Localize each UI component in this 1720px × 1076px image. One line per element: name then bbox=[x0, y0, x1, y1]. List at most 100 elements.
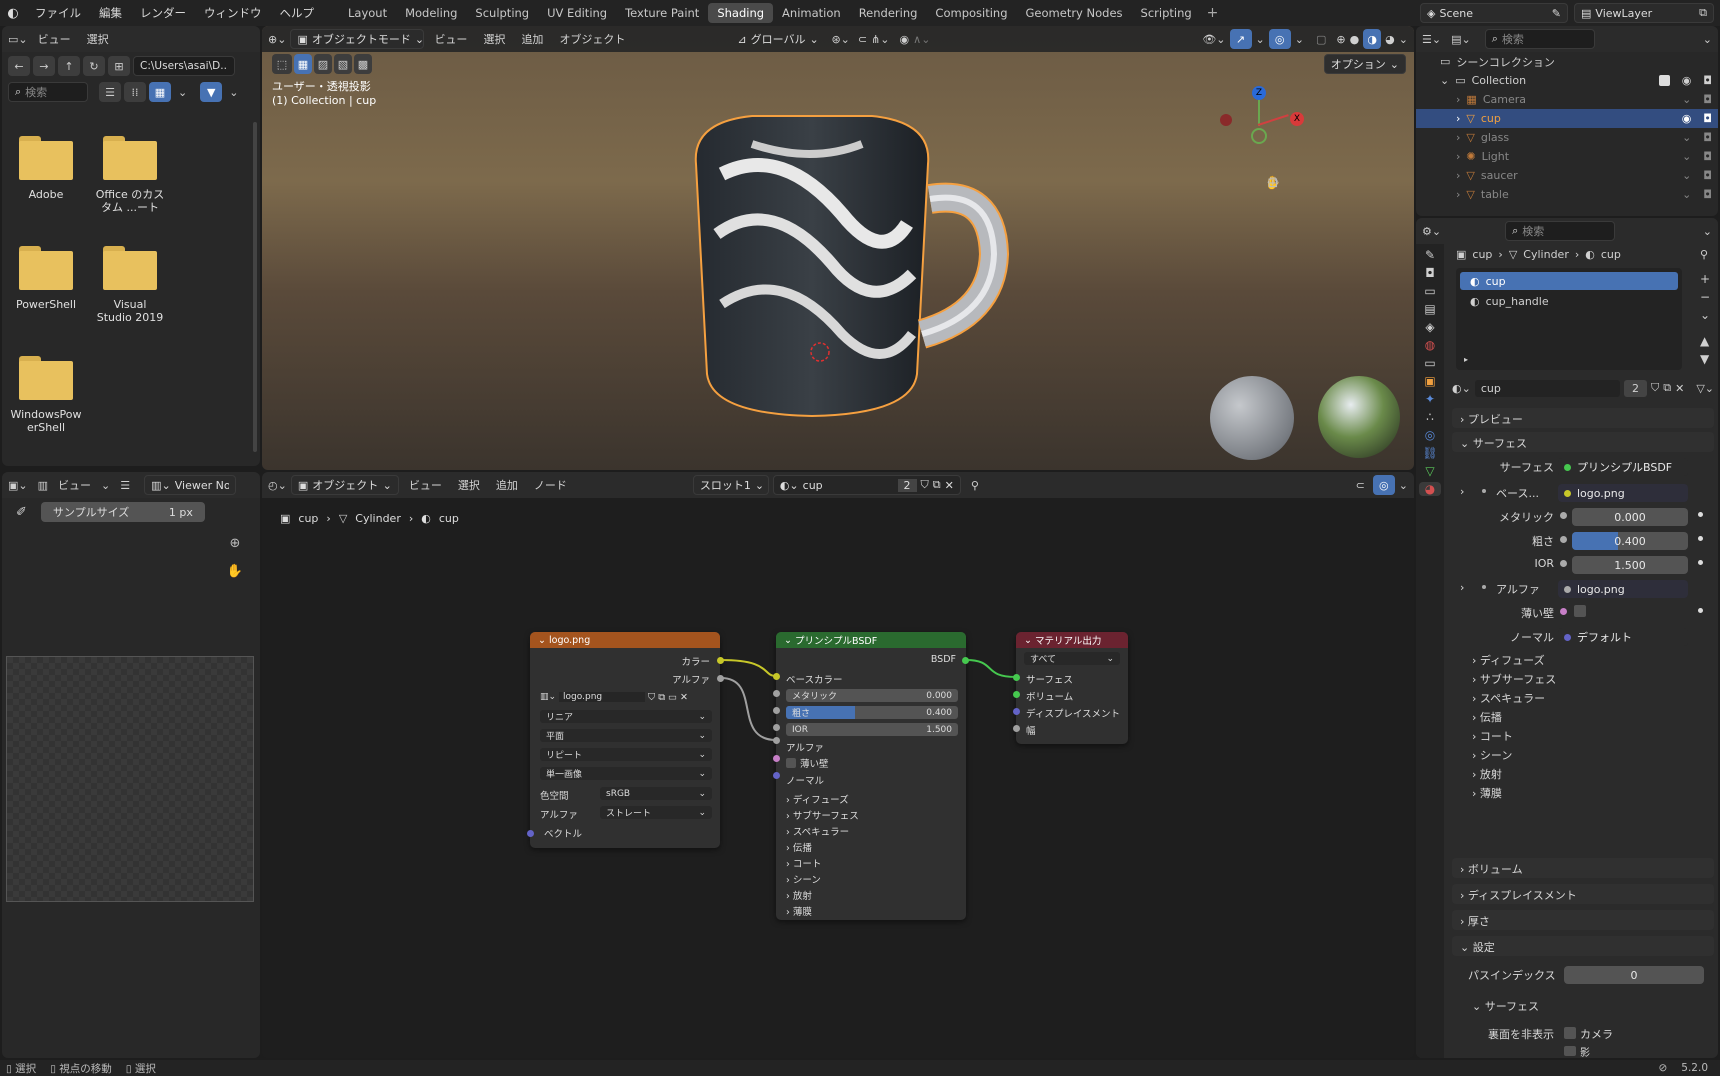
outliner-item-glass[interactable]: › ▽ glass ⌄ ◘ bbox=[1416, 128, 1718, 147]
scene-collection-row[interactable]: ▭ シーンコレクション bbox=[1416, 52, 1718, 71]
render-toggle-icon[interactable]: ◘ bbox=[1703, 150, 1712, 163]
tab-texture-paint[interactable]: Texture Paint bbox=[616, 3, 708, 23]
back-icon[interactable]: ← bbox=[8, 56, 30, 76]
keyframe-dot-icon[interactable] bbox=[1698, 536, 1703, 541]
collection-row[interactable]: ⌄ ▭ Collection ◉ ◘ bbox=[1416, 71, 1718, 90]
tab-rendering[interactable]: Rendering bbox=[850, 3, 927, 23]
tab-sculpting[interactable]: Sculpting bbox=[466, 3, 538, 23]
subpanel-specular[interactable]: › スペキュラー bbox=[1472, 690, 1556, 709]
gizmo-x[interactable]: X bbox=[1290, 112, 1304, 126]
snap-target-icon[interactable]: ⋔⌄ bbox=[871, 33, 889, 46]
outliner-item-table[interactable]: › ▽ table ⌄ ◘ bbox=[1416, 185, 1718, 204]
tab-shading[interactable]: Shading bbox=[708, 3, 774, 23]
metallic-socket[interactable] bbox=[773, 690, 780, 697]
proportional-icon[interactable]: ◉ bbox=[900, 33, 910, 46]
render-tab-icon[interactable]: ◘ bbox=[1425, 266, 1435, 280]
alpha-input-socket[interactable] bbox=[773, 737, 780, 744]
visibility-icon[interactable]: 👁⌄ bbox=[1202, 33, 1225, 46]
metallic-slider[interactable]: メタリック 0.000 bbox=[786, 689, 958, 702]
copy-icon[interactable]: ⧉ bbox=[1699, 6, 1707, 20]
ior-slider[interactable]: IOR 1.500 bbox=[786, 723, 958, 736]
pivot-icon[interactable]: ⊛⌄ bbox=[831, 33, 849, 46]
xray-icon[interactable]: ▢ bbox=[1316, 33, 1326, 46]
menu-help[interactable]: ヘルプ bbox=[271, 5, 324, 21]
chevron-down-icon[interactable]: ⌄ bbox=[174, 86, 191, 99]
outliner-search-input[interactable]: ⌕ 検索 bbox=[1484, 29, 1595, 49]
modifier-tab-icon[interactable]: ✦ bbox=[1425, 392, 1435, 406]
select-extend-icon[interactable]: ▨ bbox=[314, 54, 332, 74]
pin-icon[interactable]: ✎ bbox=[1552, 7, 1561, 20]
options-dropdown[interactable]: オプション ⌄ bbox=[1323, 54, 1406, 74]
eye-icon[interactable]: ◉ bbox=[1682, 112, 1692, 125]
chevron-down-icon[interactable]: ⌄ bbox=[1256, 33, 1265, 46]
folder-item[interactable]: Visual Studio 2019 bbox=[88, 246, 172, 324]
output-node-header[interactable]: ⌄ マテリアル出力 bbox=[1016, 632, 1128, 648]
tab-uv-editing[interactable]: UV Editing bbox=[538, 3, 616, 23]
editor-type-icon[interactable]: ⚙⌄ bbox=[1422, 225, 1441, 238]
bsdf-panel-specular[interactable]: › スペキュラー bbox=[786, 824, 859, 840]
bsdf-panel-thin-film[interactable]: › 薄膜 bbox=[786, 904, 859, 920]
wireframe-shading-icon[interactable]: ⊕ bbox=[1336, 33, 1345, 46]
menu-select[interactable]: 選択 bbox=[81, 31, 115, 47]
folder-item[interactable]: PowerShell bbox=[4, 246, 88, 311]
select-tool-icon[interactable]: ⬚ bbox=[272, 54, 292, 74]
material-slot-cup-handle[interactable]: ◐ cup_handle bbox=[1460, 292, 1678, 310]
move-up-icon[interactable]: ▲ bbox=[1700, 334, 1710, 348]
material-datablock[interactable]: ◐⌄ cup 2 ⛉ ⧉ ✕ ▽⌄ bbox=[1452, 378, 1714, 398]
visibility-toggle-icon[interactable]: ⌄ bbox=[1682, 131, 1691, 144]
outliner-item-cup[interactable]: › ▽ cup ◉ ◘ bbox=[1416, 109, 1718, 128]
menu-render[interactable]: レンダー bbox=[131, 5, 195, 21]
expand-icon[interactable]: › bbox=[1460, 581, 1464, 594]
material-output-node[interactable]: ⌄ マテリアル出力 すべて ⌄ サーフェス ボリューム ディスプレイスメント 幅 bbox=[1016, 632, 1128, 744]
folder-item[interactable]: WindowsPow erShell bbox=[4, 356, 88, 434]
source-dropdown[interactable]: 単一画像 ⌄ bbox=[540, 767, 712, 780]
backface-shadow-checkbox[interactable] bbox=[1564, 1046, 1576, 1056]
editor-type-icon[interactable]: ⊕⌄ bbox=[268, 33, 286, 46]
rendered-shading-icon[interactable]: ◕ bbox=[1385, 33, 1395, 46]
render-toggle-icon[interactable]: ◘ bbox=[1703, 131, 1712, 144]
user-count[interactable]: 2 bbox=[1623, 379, 1647, 397]
keyframe-dot-icon[interactable] bbox=[1698, 560, 1703, 565]
bsdf-panel-sheen[interactable]: › シーン bbox=[786, 872, 859, 888]
expand-icon[interactable]: › bbox=[1460, 485, 1464, 498]
visibility-toggle-icon[interactable]: ⌄ bbox=[1682, 150, 1691, 163]
output-tab-icon[interactable]: ▭ bbox=[1424, 284, 1435, 298]
tab-compositing[interactable]: Compositing bbox=[926, 3, 1016, 23]
world-tab-icon[interactable]: ◍ bbox=[1425, 338, 1435, 352]
image-datablock[interactable]: ▥⌄ logo.png ⛉ ⧉ ▭ ✕ bbox=[540, 690, 712, 704]
outliner-item-camera[interactable]: › ▦ Camera ⌄ ◘ bbox=[1416, 90, 1718, 109]
render-toggle-icon[interactable]: ◘ bbox=[1703, 93, 1712, 106]
projection-dropdown[interactable]: 平面 ⌄ bbox=[540, 729, 712, 742]
menu-edit[interactable]: 編集 bbox=[90, 5, 131, 21]
orientation-dropdown[interactable]: ⊿ グローバル ⌄ bbox=[731, 29, 827, 49]
filter-icon[interactable]: ▼ bbox=[200, 82, 223, 102]
chevron-right-icon[interactable]: › bbox=[1456, 93, 1460, 106]
solid-shading-icon[interactable]: ● bbox=[1350, 33, 1360, 46]
select-intersect-icon[interactable]: ▩ bbox=[354, 54, 372, 74]
chevron-down-icon[interactable]: ⌄ bbox=[1700, 308, 1710, 322]
gizmo-neg-x-icon[interactable] bbox=[1220, 114, 1232, 126]
scrollbar[interactable] bbox=[253, 122, 257, 452]
blender-logo-icon[interactable]: ◐ bbox=[0, 6, 26, 21]
gizmo-y-icon[interactable] bbox=[1251, 128, 1267, 144]
fake-user-icon[interactable]: ⛉ bbox=[1651, 381, 1659, 395]
editor-type-icon[interactable]: ▭⌄ bbox=[8, 33, 28, 46]
thin-wall-socket[interactable] bbox=[773, 755, 780, 762]
subpanel-subsurface[interactable]: › サブサーフェス bbox=[1472, 671, 1556, 690]
chevron-down-icon[interactable]: ⌄ bbox=[225, 86, 242, 99]
checkbox-icon[interactable] bbox=[1658, 75, 1670, 86]
interpolation-dropdown[interactable]: リニア ⌄ bbox=[540, 710, 712, 723]
base-color-field[interactable]: logo.png bbox=[1558, 484, 1688, 502]
outliner-item-saucer[interactable]: › ▽ saucer ⌄ ◘ bbox=[1416, 166, 1718, 185]
sample-size-field[interactable]: サンプルサイズ 1 px bbox=[40, 502, 205, 522]
subpanel-coat[interactable]: › コート bbox=[1472, 728, 1556, 747]
material-shading-icon[interactable]: ◑ bbox=[1363, 29, 1382, 49]
principled-bsdf-node[interactable]: ⌄ プリンシプルBSDF BSDF ベースカラー メタリック 0.000 粗さ 0.… bbox=[776, 632, 966, 920]
gizmo-icon[interactable]: ↗ bbox=[1229, 29, 1252, 49]
chevron-down-icon[interactable]: ⌄ bbox=[1399, 33, 1408, 46]
shader-editor[interactable]: ◴⌄ ▣ オブジェクト ⌄ ビュー 選択 追加 ノード スロット1 ⌄ ◐⌄ cup … bbox=[262, 472, 1414, 1058]
subpanel-transmission[interactable]: › 伝播 bbox=[1472, 709, 1556, 728]
section-thickness[interactable]: › 厚さ bbox=[1452, 910, 1714, 930]
bsdf-output-socket[interactable] bbox=[962, 657, 969, 664]
thumb-small-icon[interactable]: ⁞⁞ bbox=[124, 82, 146, 102]
